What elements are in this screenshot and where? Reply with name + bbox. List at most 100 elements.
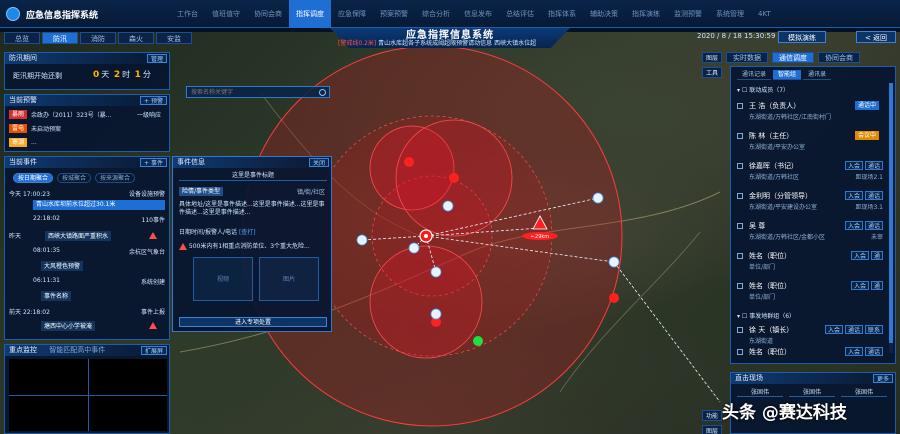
- map-search-input[interactable]: [187, 87, 313, 97]
- nav-item[interactable]: 指挥演练: [625, 0, 667, 28]
- video-cell[interactable]: [88, 359, 167, 395]
- nav-item[interactable]: 信息发布: [457, 0, 499, 28]
- contact-item[interactable]: 徐 天（镇长） 东湖街道 入会 通话 联系: [737, 325, 883, 347]
- nav-item[interactable]: 协同会商: [247, 0, 289, 28]
- simulation-drill-button[interactable]: 模拟演练: [778, 31, 826, 43]
- contact-action-button[interactable]: 通: [870, 251, 883, 260]
- category-tab[interactable]: 安监: [156, 32, 192, 44]
- right-tab[interactable]: 实时数据: [726, 52, 768, 63]
- contact-item[interactable]: 姓名（职位） 入会 通话: [737, 347, 883, 369]
- category-tab[interactable]: 森火: [118, 32, 154, 44]
- contact-item[interactable]: 徐嘉晖（书记） 东湖街道/万韩社区 入会 通话 距现场2.1: [737, 161, 883, 183]
- warning-item[interactable]: 雷电 未启动预案: [9, 123, 165, 134]
- contact-tab[interactable]: 智能组: [773, 70, 802, 80]
- video-cell[interactable]: [9, 359, 88, 395]
- view-link[interactable]: [查打]: [239, 229, 256, 236]
- nav-item[interactable]: 系统管理: [709, 0, 751, 28]
- map-tool-button[interactable]: 图层: [702, 425, 722, 434]
- contact-item[interactable]: 姓名（职位） 单位/部门 入会通: [737, 281, 883, 303]
- contact-action-button[interactable]: 通话: [864, 161, 883, 170]
- contact-action-button[interactable]: 通: [870, 281, 883, 290]
- contact-action-button[interactable]: 入会: [844, 161, 863, 170]
- contact-action-button[interactable]: 通话: [864, 221, 883, 230]
- category-tab[interactable]: 总览: [4, 32, 40, 44]
- warning-item[interactable]: 寒潮...: [9, 137, 165, 148]
- expand-screen-button[interactable]: 扩展屏: [140, 346, 167, 355]
- scrollbar-thumb[interactable]: [889, 83, 893, 343]
- contact-action-button[interactable]: 通话: [864, 347, 883, 356]
- image-thumbnail[interactable]: 图片: [259, 257, 319, 301]
- onsite-item[interactable]: 张固伟: [737, 387, 783, 397]
- category-tab[interactable]: 防汛: [42, 32, 78, 44]
- contact-tab[interactable]: 通讯记录: [737, 70, 772, 80]
- contact-item[interactable]: 吴 尊东湖街道/万韩社区/金都小区 入会 通话 未审: [737, 221, 883, 243]
- map-tool-button[interactable]: 工具: [702, 67, 722, 78]
- contact-action-button[interactable]: 通话: [864, 191, 883, 200]
- nav-item[interactable]: 总结评估: [499, 0, 541, 28]
- nav-item[interactable]: 辅助决策: [583, 0, 625, 28]
- category-tab[interactable]: 消防: [80, 32, 116, 44]
- onsite-item[interactable]: 张固伟: [841, 387, 887, 397]
- event-title-highlight[interactable]: 青山水库坝前水位超过30.1米: [33, 200, 165, 210]
- event-group-tab[interactable]: 按来源聚合: [95, 173, 136, 183]
- scrollbar[interactable]: [889, 83, 893, 353]
- contact-action-button[interactable]: 入会: [850, 281, 869, 290]
- contact-action-button[interactable]: 联系: [864, 325, 883, 334]
- add-warning-button[interactable]: + 预警: [140, 96, 167, 105]
- group-header[interactable]: ▾ ☐ 联动成员（7）: [737, 85, 789, 94]
- nav-item[interactable]: 综合分析: [415, 0, 457, 28]
- contact-checkbox[interactable]: [737, 349, 743, 355]
- more-button[interactable]: 更多: [872, 374, 893, 383]
- contact-action-button[interactable]: 入会: [824, 325, 843, 334]
- close-button[interactable]: 关闭: [308, 158, 329, 167]
- video-cell[interactable]: [88, 395, 167, 431]
- video-thumbnail[interactable]: 视频: [193, 257, 253, 301]
- list-item[interactable]: 昨天 西峡大镇路面严重积水: [9, 231, 165, 241]
- map-tool-button[interactable]: 功能: [702, 410, 722, 421]
- manage-button[interactable]: 管理: [146, 54, 167, 63]
- list-item[interactable]: 事件名称: [9, 291, 165, 301]
- contact-action-button[interactable]: 入会: [850, 251, 869, 260]
- contact-item[interactable]: 姓名（职位） 单位/部门 入会通: [737, 251, 883, 273]
- map-tool-button[interactable]: 图层: [702, 52, 722, 63]
- contact-item[interactable]: 王 浩（负责人） 东湖街道/万韩社区/江南街村门 通话中: [737, 101, 883, 123]
- contact-item[interactable]: 陈 林（主任） 东湖街道/平安办公室 会议中: [737, 131, 883, 153]
- nav-item[interactable]: 工作台: [170, 0, 205, 28]
- contact-tab[interactable]: 通讯录: [803, 70, 832, 80]
- list-item[interactable]: 今天 17:00:23 设备设施预警: [9, 189, 165, 199]
- nav-item[interactable]: 监测预警: [667, 0, 709, 28]
- list-item[interactable]: 08:01:35 余杭区气象台: [9, 247, 165, 257]
- nav-item[interactable]: 指挥调度: [289, 0, 331, 28]
- group-header[interactable]: ▾ ☐ 事发地群组（6）: [737, 311, 795, 320]
- contact-checkbox[interactable]: [737, 283, 743, 289]
- event-group-tab[interactable]: 按城聚合: [57, 173, 92, 183]
- search-icon[interactable]: [319, 89, 326, 96]
- list-item[interactable]: 大风橙色预警: [9, 261, 165, 271]
- list-item[interactable]: 前天 22:18:02 事件上报: [9, 307, 165, 317]
- back-button[interactable]: < 返回: [856, 31, 896, 43]
- contact-checkbox[interactable]: [737, 163, 743, 169]
- onsite-item[interactable]: 张固伟: [789, 387, 835, 397]
- warning-item[interactable]: 暴雨 余政办（2011）323号（暴... 一级响应: [9, 109, 165, 120]
- contact-action-button[interactable]: 入会: [844, 191, 863, 200]
- add-event-button[interactable]: + 事件: [140, 158, 167, 167]
- contact-action-button[interactable]: 入会: [844, 347, 863, 356]
- nav-item[interactable]: 预案预警: [373, 0, 415, 28]
- list-item[interactable]: 塘西中心小学被淹: [9, 321, 165, 331]
- list-item[interactable]: 06:11:31 系统创建: [9, 277, 165, 287]
- contact-checkbox[interactable]: [737, 327, 743, 333]
- contact-checkbox[interactable]: [737, 193, 743, 199]
- nav-item[interactable]: 值班值守: [205, 0, 247, 28]
- contact-checkbox[interactable]: [737, 133, 743, 139]
- contact-action-button[interactable]: 通话: [844, 325, 863, 334]
- video-cell[interactable]: [9, 395, 88, 431]
- nav-item[interactable]: 指挥体系: [541, 0, 583, 28]
- contact-item[interactable]: 金利明（分管领导） 东湖街道/平安建设办公室 入会 通话 距现场3.1: [737, 191, 883, 213]
- right-tab[interactable]: 协同会商: [818, 52, 860, 63]
- contact-checkbox[interactable]: [737, 103, 743, 109]
- event-group-tab[interactable]: 按日期聚合: [13, 173, 54, 183]
- contact-checkbox[interactable]: [737, 253, 743, 259]
- nav-item[interactable]: 4KT: [751, 0, 778, 28]
- enter-special-handling-button[interactable]: 进入专项处置: [179, 317, 327, 327]
- contact-checkbox[interactable]: [737, 223, 743, 229]
